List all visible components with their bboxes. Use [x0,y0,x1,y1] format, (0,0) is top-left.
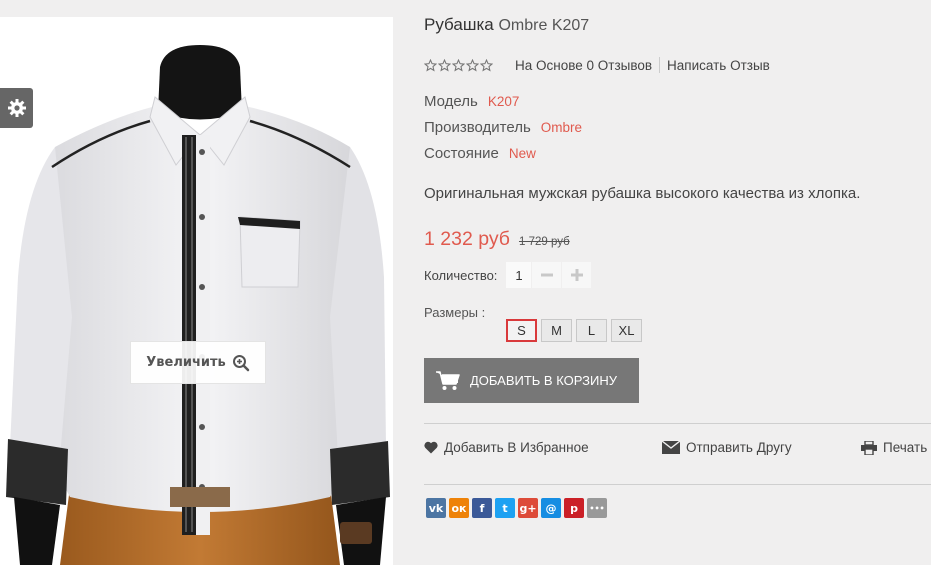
attribute-condition: Состояние New [424,145,536,162]
size-option-l[interactable]: L [576,319,607,342]
product-actions: Добавить В Избранное Отправить Другу Печ… [424,440,931,460]
attribute-manufacturer: Производитель Ombre [424,119,582,136]
model-label: Модель [424,93,478,110]
star-icon [480,58,493,71]
price-current: 1 232 руб [424,228,510,250]
printer-icon [861,440,877,455]
divider [424,484,931,485]
send-to-friend-link[interactable]: Отправить Другу [662,440,792,455]
social-share: vk ок f t g+ @ p ••• [426,498,607,518]
rating-stars [424,58,493,72]
heart-icon [424,441,438,454]
size-option-s[interactable]: S [506,319,537,342]
star-icon [424,58,437,71]
print-link[interactable]: Печать [861,440,927,455]
shirt-illustration [6,45,390,565]
mailru-icon[interactable]: @ [541,498,561,518]
write-review-link[interactable]: Написать Отзыв [667,58,770,73]
zoom-button[interactable]: Увеличить [130,341,266,384]
attribute-model: Модель K207 [424,93,519,110]
condition-value: New [508,146,536,161]
more-icon[interactable]: ••• [587,498,607,518]
star-icon [452,58,465,71]
pinterest-icon[interactable]: p [564,498,584,518]
quantity-row: Количество: [424,262,592,288]
facebook-icon[interactable]: f [472,498,492,518]
size-option-xl[interactable]: XL [611,319,642,342]
plus-icon [570,269,583,281]
envelope-icon [662,441,680,454]
price: 1 232 руб 1 729 руб [424,228,570,251]
product-title: Рубашка Ombre K207 [424,15,589,35]
model-value: K207 [487,94,520,109]
product-name: Рубашка [424,15,494,34]
divider [424,423,931,424]
twitter-icon[interactable]: t [495,498,515,518]
odnoklassniki-icon[interactable]: ок [449,498,469,518]
cart-icon [436,370,460,390]
star-icon [466,58,479,71]
add-to-cart-label: ДОБАВИТЬ В КОРЗИНУ [470,373,617,388]
star-icon [438,58,451,71]
vk-icon[interactable]: vk [426,498,446,518]
manufacturer-label: Производитель [424,119,531,136]
quantity-decrease-button[interactable] [532,262,562,288]
zoom-label: Увеличить [146,355,226,370]
google-plus-icon[interactable]: g+ [518,498,538,518]
size-option-m[interactable]: M [541,319,572,342]
wishlist-label: Добавить В Избранное [444,440,589,455]
quantity-input[interactable] [506,262,532,288]
manufacturer-value[interactable]: Ombre [541,120,582,135]
send-friend-label: Отправить Другу [686,440,792,455]
product-description: Оригинальная мужская рубашка высокого ка… [424,185,861,202]
size-options: S M L XL [506,319,642,342]
product-model-title: Ombre K207 [498,17,590,34]
add-to-cart-button[interactable]: ДОБАВИТЬ В КОРЗИНУ [424,358,639,403]
zoom-in-icon [232,354,249,371]
condition-label: Состояние [424,145,499,162]
gear-icon [7,99,26,117]
print-label: Печать [883,440,928,455]
sizes-label: Размеры : [424,305,486,320]
rating-row: На Основе 0 Отзывов Написать Отзыв [424,57,770,73]
quantity-increase-button[interactable] [562,262,592,288]
product-image[interactable]: Увеличить [0,17,393,565]
settings-button[interactable] [0,88,33,128]
price-old: 1 729 руб [518,236,570,248]
add-to-wishlist-link[interactable]: Добавить В Избранное [424,440,589,455]
quantity-label: Количество: [424,267,498,283]
reviews-link[interactable]: На Основе 0 Отзывов [515,58,659,73]
divider [659,57,661,73]
minus-icon [540,273,553,277]
